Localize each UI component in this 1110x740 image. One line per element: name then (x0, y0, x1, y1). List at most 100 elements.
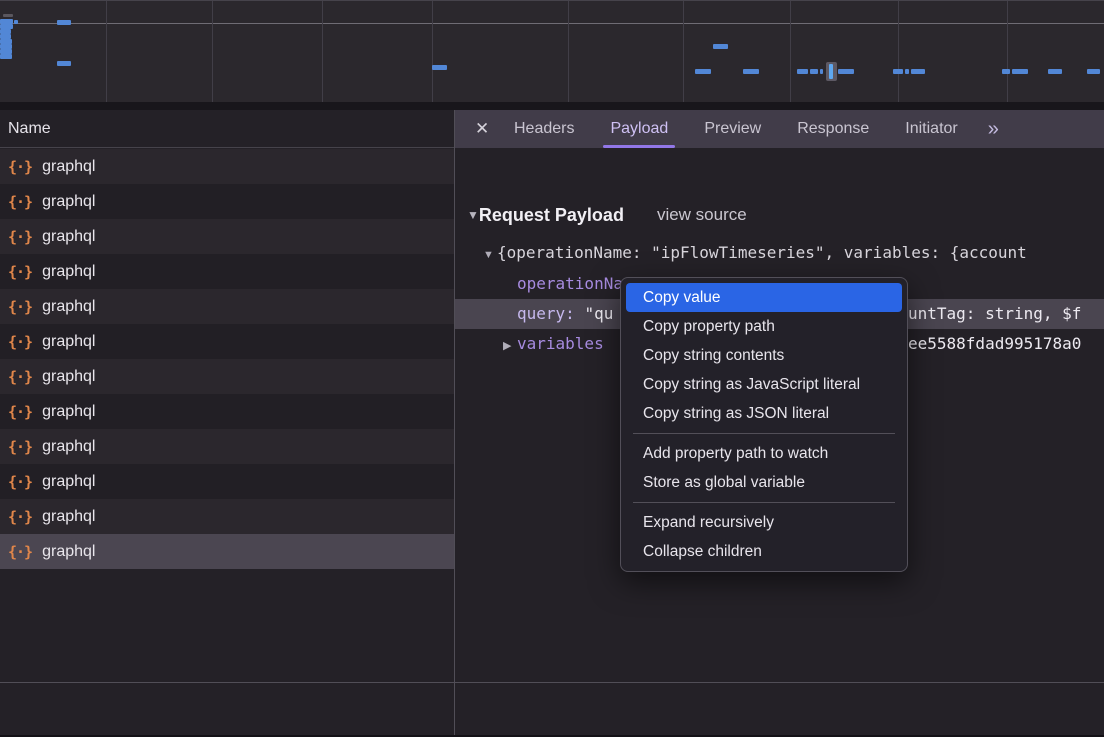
json-braces-icon: {·} (8, 263, 32, 281)
waterfall-bar (743, 69, 759, 74)
menu-item-add-property-path-to-watch[interactable]: Add property path to watch (626, 439, 902, 468)
json-braces-icon: {·} (8, 473, 32, 491)
waterfall-bar (905, 69, 909, 74)
payload-root-row[interactable]: ▼{operationName: "ipFlowTimeseries", var… (455, 238, 1104, 268)
menu-item-expand-recursively[interactable]: Expand recursively (626, 508, 902, 537)
menu-item-copy-string-as-json-literal[interactable]: Copy string as JSON literal (626, 399, 902, 428)
request-row[interactable]: {·} graphql (0, 289, 454, 324)
overview-gridline (898, 1, 899, 103)
json-braces-icon: {·} (8, 403, 32, 421)
menu-item-copy-string-contents[interactable]: Copy string contents (626, 341, 902, 370)
caret-down-icon[interactable]: ▼ (483, 240, 497, 270)
request-row[interactable]: {·} graphql (0, 534, 454, 569)
request-row[interactable]: {·} graphql (0, 254, 454, 289)
request-name-label: graphql (42, 333, 95, 351)
waterfall-bar (893, 69, 903, 74)
waterfall-bar (0, 54, 12, 59)
request-name-label: graphql (42, 508, 95, 526)
json-braces-icon: {·} (8, 158, 32, 176)
waterfall-bar (820, 69, 823, 74)
devtools-window: Name {·}graphql{·}graphql{·}graphql{·}gr… (0, 0, 1104, 735)
tab-response[interactable]: Response (797, 110, 869, 148)
json-braces-icon: {·} (8, 438, 32, 456)
footer-divider (0, 682, 1104, 683)
caret-right-icon[interactable]: ▶ (503, 331, 517, 361)
menu-separator (633, 433, 895, 434)
property-key: variables (517, 334, 604, 353)
overview-gridline (322, 1, 323, 103)
request-row[interactable]: {·} graphql (0, 324, 454, 359)
menu-item-copy-property-path[interactable]: Copy property path (626, 312, 902, 341)
tab-headers[interactable]: Headers (514, 110, 574, 148)
tab-preview[interactable]: Preview (704, 110, 761, 148)
request-payload-section[interactable]: ▼Request Payloadview source (455, 200, 747, 230)
request-row[interactable]: {·} graphql (0, 429, 454, 464)
name-column-header[interactable]: Name (0, 110, 454, 148)
detail-tabbar: ✕ Headers Payload Preview Response Initiator… (455, 110, 1104, 148)
network-overview-timeline[interactable] (0, 0, 1104, 103)
tab-payload[interactable]: Payload (610, 110, 668, 148)
waterfall-bar (432, 65, 447, 70)
menu-item-copy-string-as-javascript-literal[interactable]: Copy string as JavaScript literal (626, 370, 902, 399)
json-braces-icon: {·} (8, 508, 32, 526)
overview-gridline (683, 1, 684, 103)
more-tabs-icon[interactable]: » (988, 118, 996, 141)
overview-gridline (568, 1, 569, 103)
menu-item-copy-value[interactable]: Copy value (626, 283, 902, 312)
json-braces-icon: {·} (8, 298, 32, 316)
caret-down-icon[interactable]: ▼ (467, 200, 479, 230)
property-value-left: "qu (584, 304, 613, 323)
overview-gridline (790, 1, 791, 103)
waterfall-bar (1012, 69, 1028, 74)
waterfall-bar (1002, 69, 1010, 74)
waterfall-bar (810, 69, 818, 74)
json-braces-icon: {·} (8, 193, 32, 211)
hover-marker-bar (829, 64, 833, 79)
menu-item-store-as-global-variable[interactable]: Store as global variable (626, 468, 902, 497)
tab-initiator[interactable]: Initiator (905, 110, 957, 148)
waterfall-bar (14, 20, 18, 24)
overview-gridline (212, 1, 213, 103)
request-row[interactable]: {·} graphql (0, 394, 454, 429)
context-menu: Copy valueCopy property pathCopy string … (620, 277, 908, 572)
json-braces-icon: {·} (8, 333, 32, 351)
payload-preview-text: {operationName: "ipFlowTimeseries", vari… (497, 243, 1027, 262)
request-row[interactable]: {·} graphql (0, 184, 454, 219)
request-name-label: graphql (42, 543, 95, 561)
waterfall-bar (838, 69, 854, 74)
waterfall-bar (713, 44, 728, 49)
waterfall-bar (1048, 69, 1062, 74)
request-name-label: graphql (42, 368, 95, 386)
overview-gridline (432, 1, 433, 103)
overview-gridline (1007, 1, 1008, 103)
json-braces-icon: {·} (8, 543, 32, 561)
request-name-label: graphql (42, 473, 95, 491)
close-icon[interactable]: ✕ (475, 110, 489, 148)
property-key: query: (517, 304, 575, 323)
request-list: {·} graphql {·} graphql {·} graphql {·} graphql… (0, 149, 454, 569)
json-braces-icon: {·} (8, 228, 32, 246)
request-row[interactable]: {·} graphql (0, 464, 454, 499)
view-source-link[interactable]: view source (657, 200, 747, 230)
request-row[interactable]: {·} graphql (0, 499, 454, 534)
request-name-label: graphql (42, 228, 95, 246)
waterfall-bar (3, 14, 13, 17)
overview-gridline (106, 1, 107, 103)
request-name-label: graphql (42, 158, 95, 176)
request-name-label: graphql (42, 193, 95, 211)
waterfall-bar (797, 69, 808, 74)
hover-marker (826, 62, 837, 81)
waterfall-bar (57, 20, 71, 25)
waterfall-bar (57, 61, 71, 66)
request-name-label: graphql (42, 263, 95, 281)
window-bottom-edge (0, 735, 1104, 737)
waterfall-bar (695, 69, 711, 74)
request-row[interactable]: {·}graphql (0, 359, 454, 394)
request-name-label: graphql (42, 438, 95, 456)
menu-item-collapse-children[interactable]: Collapse children (626, 537, 902, 566)
request-name-label: graphql (42, 298, 95, 316)
request-name-label: graphql (42, 403, 95, 421)
overview-midline (0, 23, 1104, 24)
request-row[interactable]: {·} graphql (0, 219, 454, 254)
request-row[interactable]: {·} graphql (0, 149, 454, 184)
